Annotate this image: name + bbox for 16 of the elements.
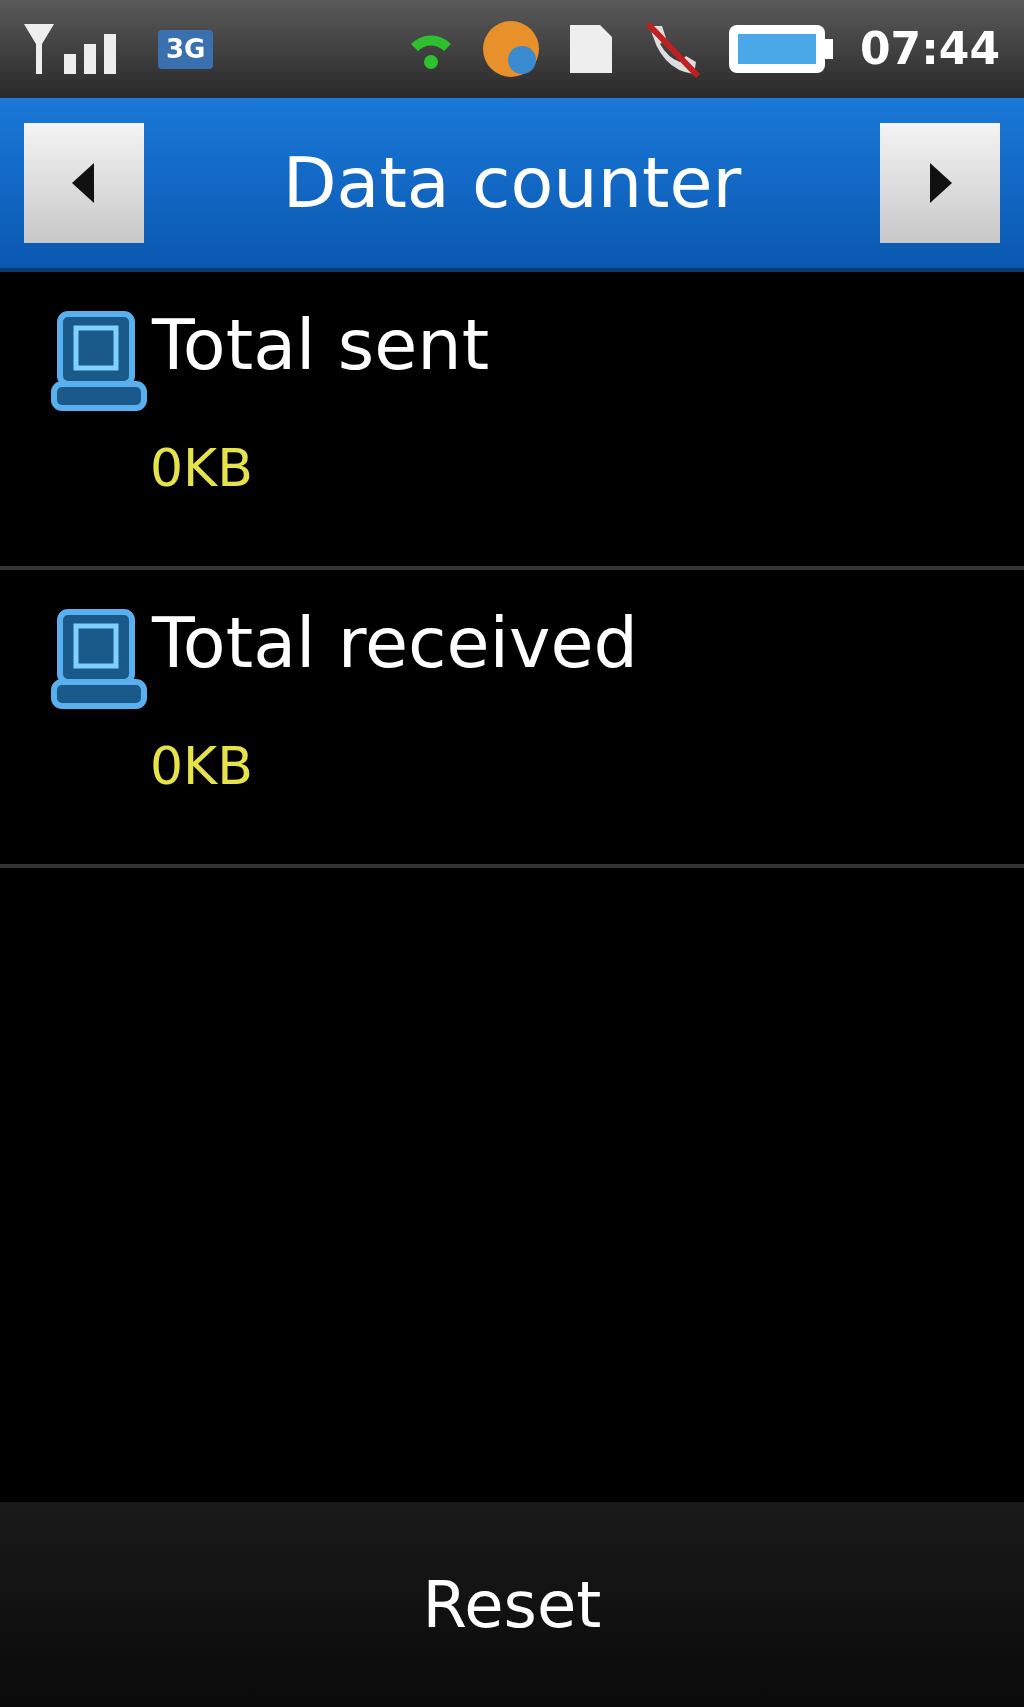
counter-value: 0KB bbox=[150, 740, 254, 792]
counter-row[interactable]: Total sent 0KB bbox=[0, 272, 1024, 570]
forward-button[interactable] bbox=[880, 123, 1000, 243]
counter-label: Total sent bbox=[152, 310, 490, 380]
counter-label: Total received bbox=[152, 608, 638, 678]
left-arrow-icon bbox=[72, 163, 96, 203]
back-button[interactable] bbox=[24, 123, 144, 243]
device-icon bbox=[50, 608, 148, 712]
counter-value: 0KB bbox=[150, 442, 254, 494]
clock-time: 07:44 bbox=[859, 22, 1000, 76]
reset-button[interactable]: Reset bbox=[390, 1548, 634, 1661]
screen-title: Data counter bbox=[282, 140, 742, 226]
device-icon bbox=[50, 310, 148, 414]
counter-row[interactable]: Total received 0KB bbox=[0, 570, 1024, 868]
right-arrow-icon bbox=[928, 163, 952, 203]
network-type: 3G bbox=[158, 29, 214, 69]
